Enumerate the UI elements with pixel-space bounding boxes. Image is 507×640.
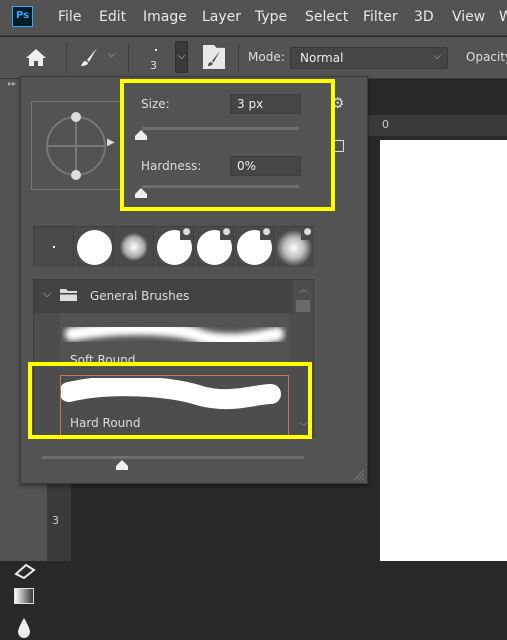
document-canvas[interactable] bbox=[380, 140, 507, 561]
menu-3d[interactable]: 3D bbox=[414, 9, 434, 25]
chevron-down-icon[interactable]: ⌵ bbox=[43, 287, 51, 301]
menu-image[interactable]: Image bbox=[143, 9, 187, 25]
blur-tool-icon[interactable] bbox=[16, 616, 32, 640]
opacity-label: Opacity bbox=[466, 50, 507, 64]
eraser-tool-icon[interactable] bbox=[12, 562, 38, 580]
menu-type[interactable]: Type bbox=[255, 9, 287, 25]
pressure-icon: ● bbox=[260, 227, 273, 240]
brush-tip[interactable] bbox=[114, 227, 154, 267]
menu-select[interactable]: Select bbox=[305, 9, 348, 25]
chevron-down-icon: ⌵ bbox=[433, 51, 441, 62]
pressure-icon: ● bbox=[180, 227, 193, 240]
recent-brush-tips: ● ● ● ● bbox=[33, 226, 314, 267]
mode-value: Normal bbox=[300, 51, 344, 65]
expand-icon[interactable]: ▸▸ bbox=[8, 79, 16, 88]
ruler-label: 0 bbox=[382, 118, 389, 131]
resize-grip-icon[interactable] bbox=[351, 467, 365, 481]
brush-size-value: 3 bbox=[150, 59, 157, 72]
folder-icon bbox=[60, 289, 77, 301]
soft-stroke-preview bbox=[65, 321, 284, 348]
play-arrow-icon: ▶ bbox=[107, 137, 115, 148]
menu-window[interactable]: W bbox=[499, 9, 507, 25]
preview-size-slider[interactable] bbox=[42, 456, 304, 459]
highlight-box-size-hardness bbox=[120, 79, 335, 211]
menu-file[interactable]: File bbox=[58, 9, 81, 25]
highlight-box-hard-round bbox=[28, 362, 312, 439]
brush-tip[interactable]: ● bbox=[234, 227, 274, 267]
mode-label: Mode: bbox=[248, 50, 285, 64]
new-preset-icon[interactable] bbox=[334, 140, 344, 152]
mode-select[interactable]: Normal ⌵ bbox=[290, 47, 448, 69]
horizontal-ruler: 0 bbox=[368, 115, 507, 137]
gradient-tool-icon[interactable] bbox=[14, 588, 34, 604]
brush-tool-icon[interactable] bbox=[78, 46, 100, 68]
menu-bar: Ps File Edit Image Layer Type Select Fil… bbox=[0, 0, 507, 36]
menu-layer[interactable]: Layer bbox=[202, 9, 241, 25]
photoshop-logo: Ps bbox=[12, 6, 33, 27]
pressure-icon: ● bbox=[301, 227, 314, 240]
brush-tip[interactable]: ● bbox=[154, 227, 194, 267]
brush-picker-toggle[interactable]: ⌵ bbox=[175, 41, 188, 73]
brush-tip[interactable]: ● bbox=[274, 227, 314, 267]
scroll-thumb[interactable] bbox=[296, 300, 310, 312]
scroll-up-icon[interactable]: ︿ bbox=[299, 282, 308, 295]
brush-dot-icon bbox=[155, 49, 157, 51]
brush-settings-panel-icon[interactable] bbox=[203, 45, 225, 69]
menu-edit[interactable]: Edit bbox=[99, 9, 126, 25]
menu-view[interactable]: View bbox=[452, 9, 485, 25]
home-icon[interactable] bbox=[25, 47, 47, 67]
group-general-brushes[interactable]: ⌵ General Brushes bbox=[34, 280, 293, 313]
brush-tip[interactable]: ● bbox=[194, 227, 234, 267]
pressure-icon: ● bbox=[220, 227, 233, 240]
menu-filter[interactable]: Filter bbox=[363, 9, 398, 25]
ruler-label: 3 bbox=[52, 514, 59, 527]
brush-tip[interactable] bbox=[34, 227, 74, 267]
options-bar: ⌵ 3 ⌵ Mode: Normal ⌵ Opacity bbox=[0, 37, 507, 79]
group-name: General Brushes bbox=[90, 289, 190, 303]
preview-size-slider-thumb[interactable] bbox=[115, 459, 129, 471]
chevron-down-icon[interactable]: ⌵ bbox=[108, 49, 116, 60]
brush-tip[interactable] bbox=[74, 227, 114, 267]
preset-soft-round[interactable]: Soft Round bbox=[60, 313, 289, 367]
